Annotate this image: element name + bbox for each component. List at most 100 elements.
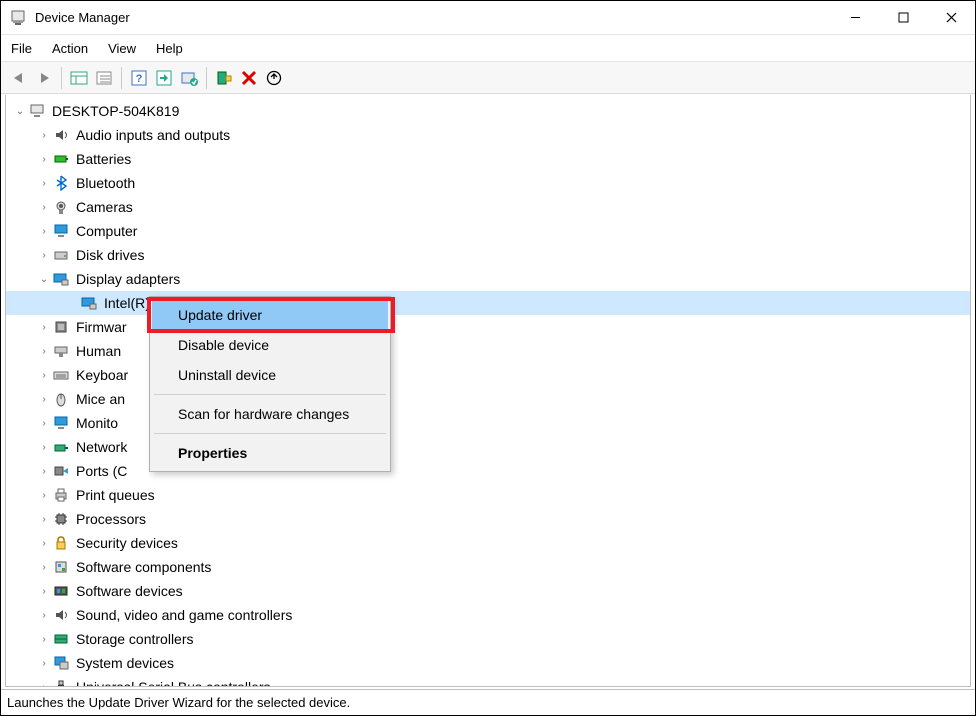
- expand-arrow-icon[interactable]: ⌄: [12, 106, 28, 117]
- menu-scan-hardware[interactable]: Scan for hardware changes: [152, 399, 388, 429]
- category-label: Disk drives: [76, 247, 144, 263]
- expand-arrow-icon[interactable]: ›: [36, 442, 52, 453]
- category-storage-controllers[interactable]: › Storage controllers: [6, 627, 970, 651]
- software-device-icon: [52, 582, 70, 600]
- separator: [61, 67, 62, 89]
- menu-help[interactable]: Help: [156, 41, 183, 56]
- expand-arrow-icon[interactable]: ›: [36, 154, 52, 165]
- expand-arrow-icon[interactable]: ›: [36, 226, 52, 237]
- category-usb[interactable]: › Universal Serial Bus controllers: [6, 675, 970, 687]
- printer-icon: [52, 486, 70, 504]
- category-label: Batteries: [76, 151, 131, 167]
- display-adapter-icon: [52, 270, 70, 288]
- menu-file[interactable]: File: [11, 41, 32, 56]
- usb-icon: [52, 678, 70, 687]
- menu-action[interactable]: Action: [52, 41, 88, 56]
- minimize-button[interactable]: [831, 1, 879, 34]
- menu-item-label: Properties: [178, 445, 247, 461]
- category-disk-drives[interactable]: › Disk drives: [6, 243, 970, 267]
- forward-button[interactable]: [32, 66, 56, 90]
- uninstall-device-button[interactable]: [237, 66, 261, 90]
- expand-arrow-icon[interactable]: ›: [36, 394, 52, 405]
- category-label: Monito: [76, 415, 118, 431]
- category-processors[interactable]: › Processors: [6, 507, 970, 531]
- speaker-icon: [52, 606, 70, 624]
- category-sound-video[interactable]: › Sound, video and game controllers: [6, 603, 970, 627]
- enable-device-button[interactable]: [152, 66, 176, 90]
- menu-item-label: Scan for hardware changes: [178, 406, 349, 422]
- category-label: Keyboar: [76, 367, 128, 383]
- menu-separator: [154, 433, 386, 434]
- separator: [121, 67, 122, 89]
- scan-hardware-button[interactable]: [212, 66, 236, 90]
- category-label: Network: [76, 439, 127, 455]
- category-batteries[interactable]: › Batteries: [6, 147, 970, 171]
- expand-arrow-icon[interactable]: ⌄: [36, 274, 52, 285]
- expand-arrow-icon[interactable]: ›: [36, 682, 52, 688]
- tree-root[interactable]: ⌄ DESKTOP-504K819: [6, 99, 970, 123]
- menu-properties[interactable]: Properties: [152, 438, 388, 468]
- expand-arrow-icon[interactable]: ›: [36, 586, 52, 597]
- disable-device-button[interactable]: [262, 66, 286, 90]
- expand-arrow-icon[interactable]: ›: [36, 178, 52, 189]
- expand-arrow-icon[interactable]: ›: [36, 610, 52, 621]
- action-menu-button[interactable]: [92, 66, 116, 90]
- menubar: File Action View Help: [1, 35, 975, 62]
- menu-disable-device[interactable]: Disable device: [152, 330, 388, 360]
- speaker-icon: [52, 126, 70, 144]
- display-adapter-icon: [80, 294, 98, 312]
- svg-text:?: ?: [136, 73, 143, 85]
- expand-arrow-icon[interactable]: ›: [36, 466, 52, 477]
- menu-view[interactable]: View: [108, 41, 136, 56]
- show-hide-tree-button[interactable]: [67, 66, 91, 90]
- expand-arrow-icon[interactable]: ›: [36, 538, 52, 549]
- category-software-devices[interactable]: › Software devices: [6, 579, 970, 603]
- category-cameras[interactable]: › Cameras: [6, 195, 970, 219]
- category-label: Software devices: [76, 583, 183, 599]
- monitor-icon: [52, 414, 70, 432]
- category-label: Bluetooth: [76, 175, 135, 191]
- category-audio[interactable]: › Audio inputs and outputs: [6, 123, 970, 147]
- category-bluetooth[interactable]: › Bluetooth: [6, 171, 970, 195]
- category-label: Software components: [76, 559, 211, 575]
- camera-icon: [52, 198, 70, 216]
- category-label: Ports (C: [76, 463, 127, 479]
- disk-icon: [52, 246, 70, 264]
- ports-icon: [52, 462, 70, 480]
- titlebar: Device Manager: [1, 1, 975, 35]
- expand-arrow-icon[interactable]: ›: [36, 658, 52, 669]
- expand-arrow-icon[interactable]: ›: [36, 514, 52, 525]
- menu-update-driver[interactable]: Update driver: [152, 300, 388, 330]
- category-label: Universal Serial Bus controllers: [76, 679, 271, 687]
- category-security[interactable]: › Security devices: [6, 531, 970, 555]
- storage-icon: [52, 630, 70, 648]
- expand-arrow-icon[interactable]: ›: [36, 490, 52, 501]
- update-driver-button[interactable]: [177, 66, 201, 90]
- expand-arrow-icon[interactable]: ›: [36, 418, 52, 429]
- cpu-icon: [52, 510, 70, 528]
- category-system-devices[interactable]: › System devices: [6, 651, 970, 675]
- expand-arrow-icon[interactable]: ›: [36, 202, 52, 213]
- toolbar: ?: [1, 62, 975, 94]
- expand-arrow-icon[interactable]: ›: [36, 346, 52, 357]
- context-menu: Update driver Disable device Uninstall d…: [149, 296, 391, 472]
- system-devices-icon: [52, 654, 70, 672]
- menu-uninstall-device[interactable]: Uninstall device: [152, 360, 388, 390]
- expand-arrow-icon[interactable]: ›: [36, 370, 52, 381]
- help-button[interactable]: ?: [127, 66, 151, 90]
- category-print-queues[interactable]: › Print queues: [6, 483, 970, 507]
- expand-arrow-icon[interactable]: ›: [36, 322, 52, 333]
- close-button[interactable]: [927, 1, 975, 34]
- maximize-button[interactable]: [879, 1, 927, 34]
- expand-arrow-icon[interactable]: ›: [36, 634, 52, 645]
- category-label: Computer: [76, 223, 137, 239]
- expand-arrow-icon[interactable]: ›: [36, 562, 52, 573]
- separator: [206, 67, 207, 89]
- back-button[interactable]: [7, 66, 31, 90]
- category-software-components[interactable]: › Software components: [6, 555, 970, 579]
- expand-arrow-icon[interactable]: ›: [36, 250, 52, 261]
- expand-arrow-icon[interactable]: ›: [36, 130, 52, 141]
- menu-item-label: Update driver: [178, 307, 262, 323]
- category-computer[interactable]: › Computer: [6, 219, 970, 243]
- category-display-adapters[interactable]: ⌄ Display adapters: [6, 267, 970, 291]
